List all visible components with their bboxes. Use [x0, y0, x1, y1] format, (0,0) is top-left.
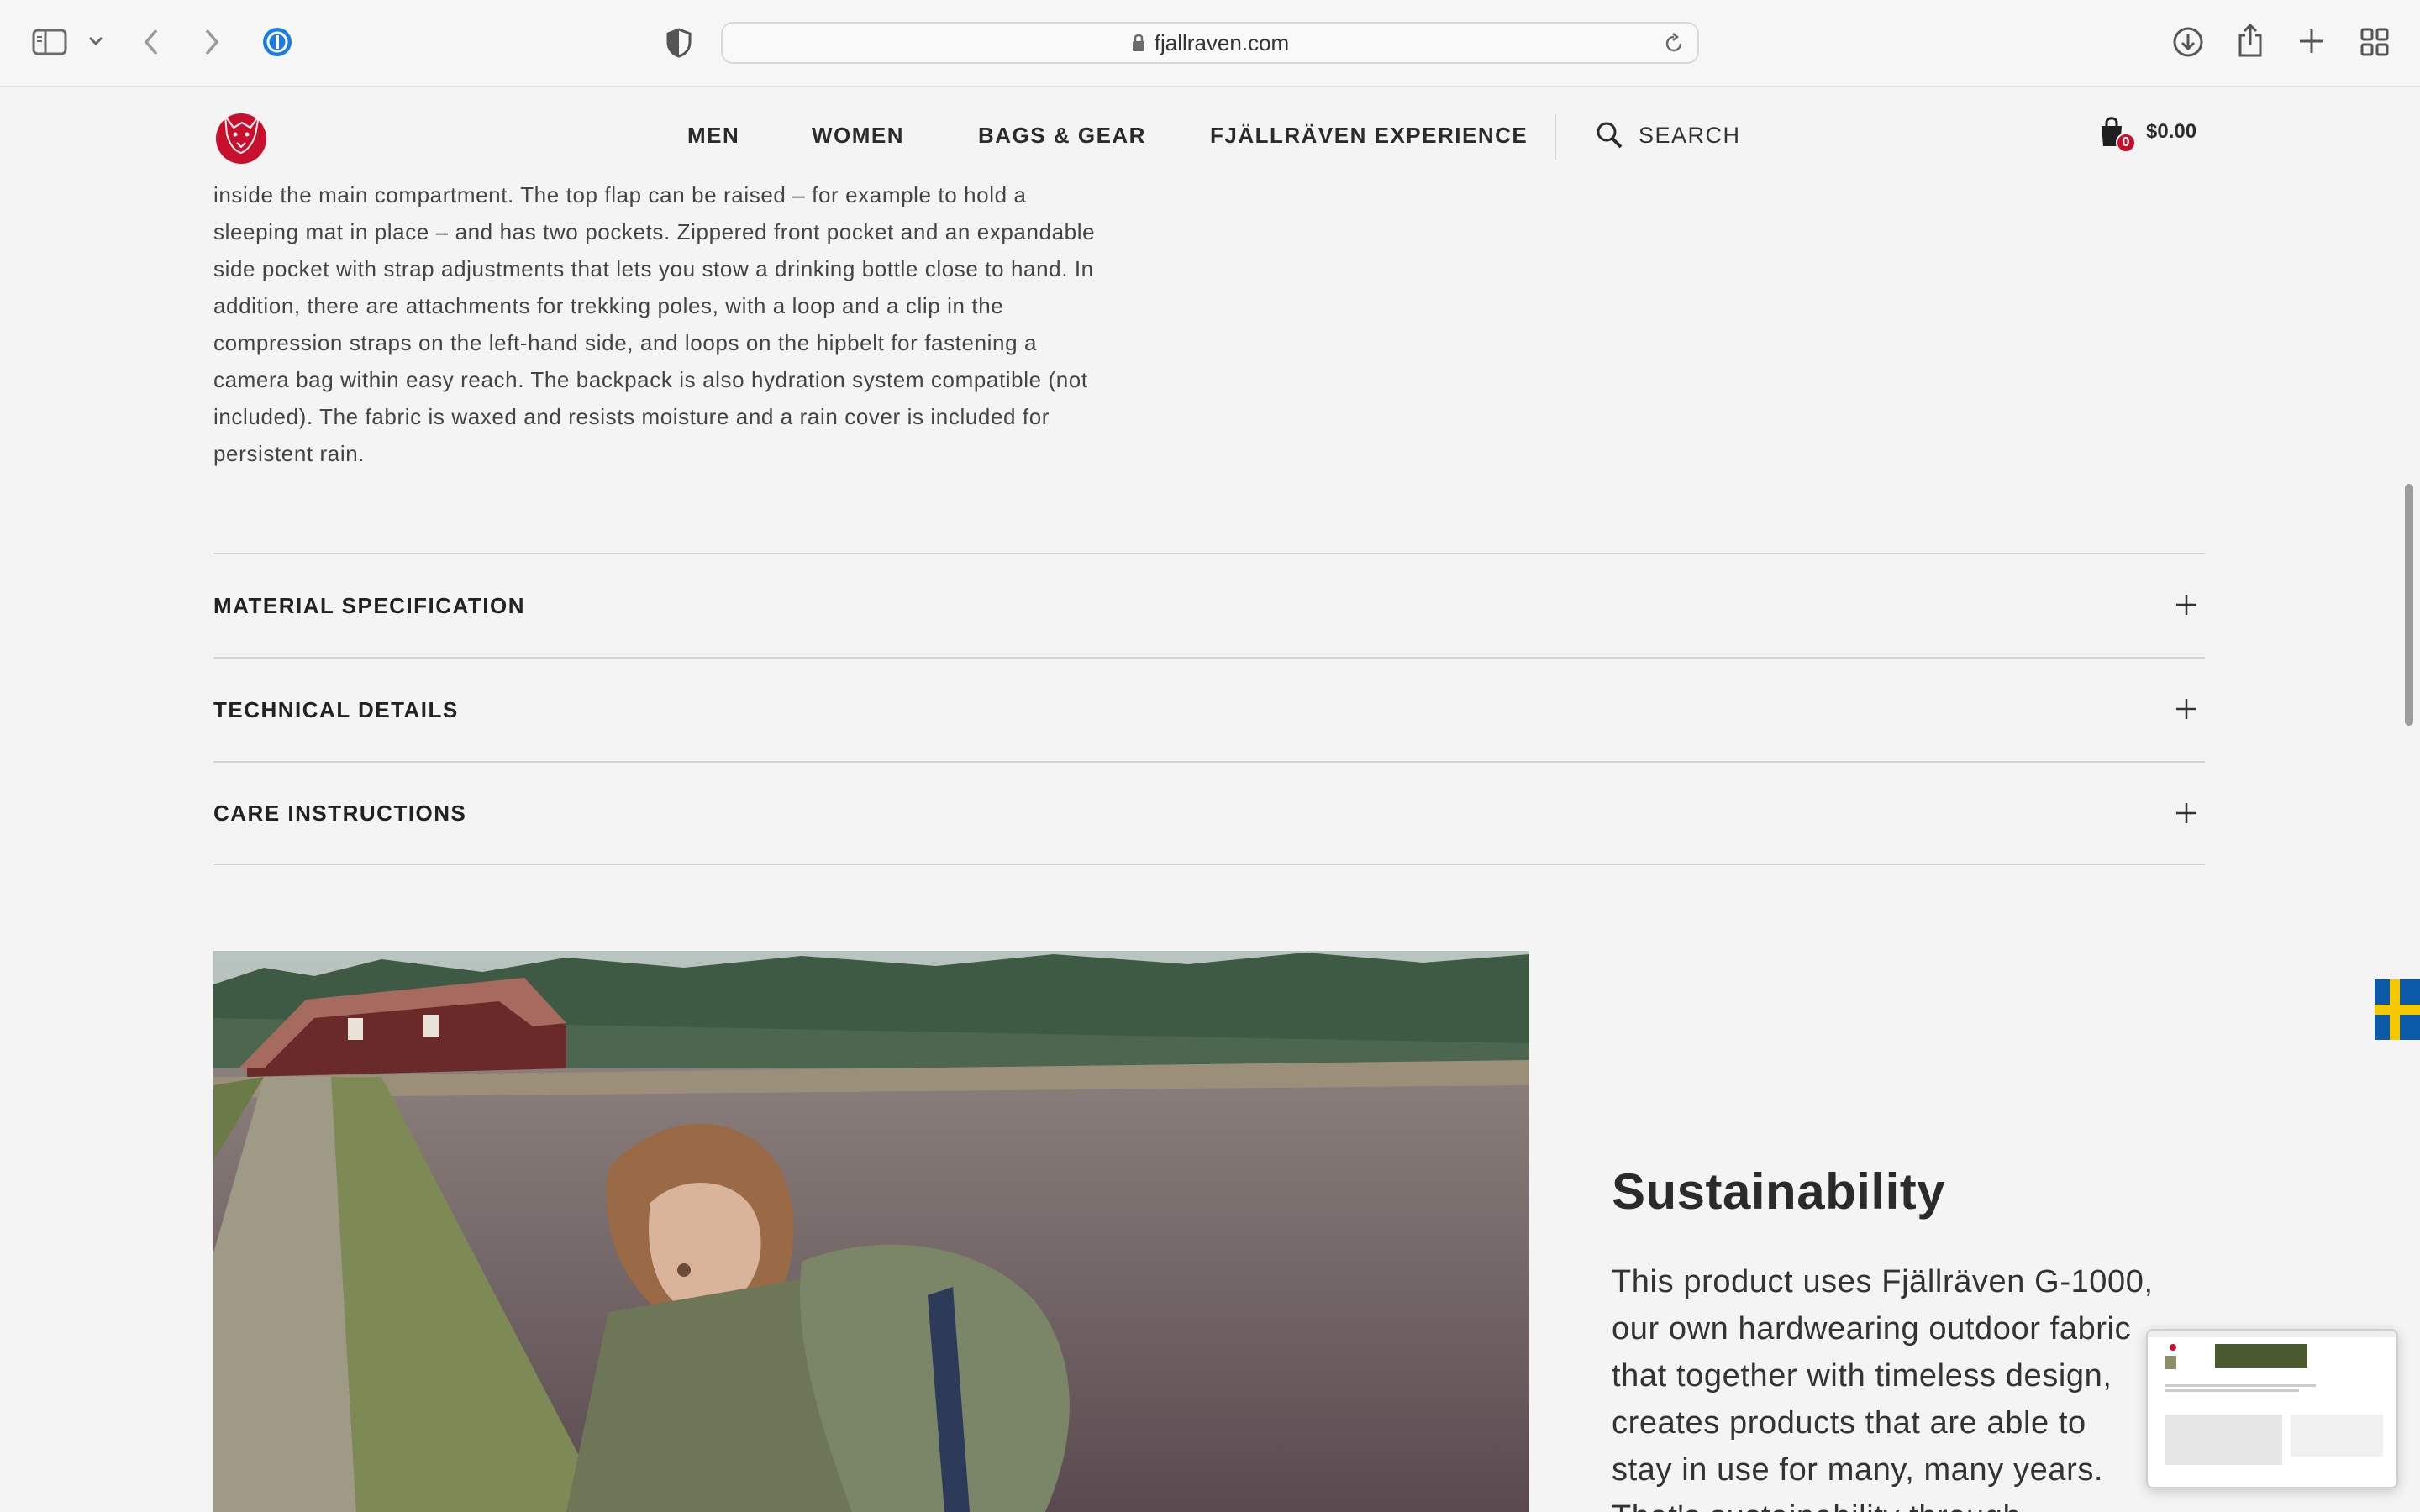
sustainability-line: our own hardwearing outdoor fabric	[1612, 1311, 2132, 1347]
sustainability-line: stay in use for many, many years.	[1612, 1452, 2104, 1488]
browser-toolbar: fjallraven.com	[0, 0, 2420, 87]
new-tab-icon[interactable]	[2297, 27, 2326, 55]
search-button[interactable]: SEARCH	[1595, 121, 1741, 150]
description-line: addition, there are attachments for trek…	[213, 293, 1004, 318]
cart-button[interactable]: 0 $0.00	[2099, 116, 2197, 153]
description-line: compression straps on the left-hand side…	[213, 330, 1038, 355]
product-description: inside the main compartment. The top fla…	[213, 176, 1171, 472]
nav-men[interactable]: MEN	[687, 123, 739, 149]
chevron-down-icon[interactable]	[87, 35, 104, 47]
cart-count-badge: 0	[2116, 133, 2136, 153]
sustainability-text: This product uses Fjällräven G-1000, our…	[1612, 1258, 2200, 1512]
sustainability-line: This product uses Fjällräven G-1000,	[1612, 1264, 2154, 1299]
share-icon[interactable]	[2235, 22, 2265, 59]
accordion-label: TECHNICAL DETAILS	[213, 696, 459, 722]
page-scrollbar[interactable]	[2405, 484, 2413, 726]
privacy-shield-icon[interactable]	[666, 27, 692, 59]
fjallraven-fox-logo[interactable]	[213, 109, 269, 165]
tab-overview-icon[interactable]	[2360, 27, 2390, 57]
accordion-technical-details[interactable]: TECHNICAL DETAILS	[213, 657, 2205, 761]
description-line: inside the main compartment. The top fla…	[213, 182, 1027, 207]
reload-icon[interactable]	[1662, 32, 1686, 55]
downloads-icon[interactable]	[2171, 25, 2205, 59]
forward-icon[interactable]	[202, 27, 222, 57]
plus-icon[interactable]	[2175, 593, 2198, 617]
sustainability-line: that together with timeless design,	[1612, 1358, 2112, 1394]
accordion-label: MATERIAL SPECIFICATION	[213, 592, 525, 618]
sustainability-line: creates products that are able to	[1612, 1405, 2086, 1441]
description-line: included). The fabric is waxed and resis…	[213, 404, 1050, 429]
nav-divider	[1555, 114, 1556, 160]
sustainability-heading: Sustainability	[1612, 1163, 1946, 1220]
nav-bags-gear[interactable]: BAGS & GEAR	[978, 123, 1146, 149]
description-line: sleeping mat in place – and has two pock…	[213, 219, 1096, 244]
accordion-material-specification[interactable]: MATERIAL SPECIFICATION	[213, 553, 2205, 657]
url-text: fjallraven.com	[1154, 29, 1290, 55]
nav-fjallraven-experience[interactable]: FJÄLLRÄVEN EXPERIENCE	[1210, 123, 1528, 149]
product-info-accordion: MATERIAL SPECIFICATION TECHNICAL DETAILS…	[213, 553, 2205, 865]
plus-icon[interactable]	[2175, 801, 2198, 825]
accordion-care-instructions[interactable]: CARE INSTRUCTIONS	[213, 761, 2205, 865]
screenshot-thumbnail-preview[interactable]	[2146, 1329, 2398, 1488]
description-line: side pocket with strap adjustments that …	[213, 256, 1094, 281]
site-header: MEN WOMEN BAGS & GEAR FJÄLLRÄVEN EXPERIE…	[0, 87, 2420, 188]
accordion-label: CARE INSTRUCTIONS	[213, 800, 467, 826]
description-line: persistent rain.	[213, 441, 366, 466]
plus-icon[interactable]	[2175, 697, 2198, 721]
sidebar-toggle-icon[interactable]	[32, 29, 69, 57]
description-line: camera bag within easy reach. The backpa…	[213, 367, 1088, 392]
cart-total: $0.00	[2146, 120, 2197, 143]
swedish-flag-icon[interactable]	[2375, 979, 2420, 1040]
nav-women[interactable]: WOMEN	[812, 123, 904, 149]
lock-icon	[1132, 34, 1144, 51]
back-icon[interactable]	[141, 27, 161, 57]
sustainability-line: That's sustainability through	[1612, 1494, 2200, 1512]
search-label: SEARCH	[1639, 122, 1741, 148]
address-bar[interactable]: fjallraven.com	[721, 22, 1699, 64]
password-manager-icon[interactable]	[260, 25, 294, 59]
search-icon	[1597, 122, 1623, 149]
sustainability-photo	[213, 951, 1529, 1512]
